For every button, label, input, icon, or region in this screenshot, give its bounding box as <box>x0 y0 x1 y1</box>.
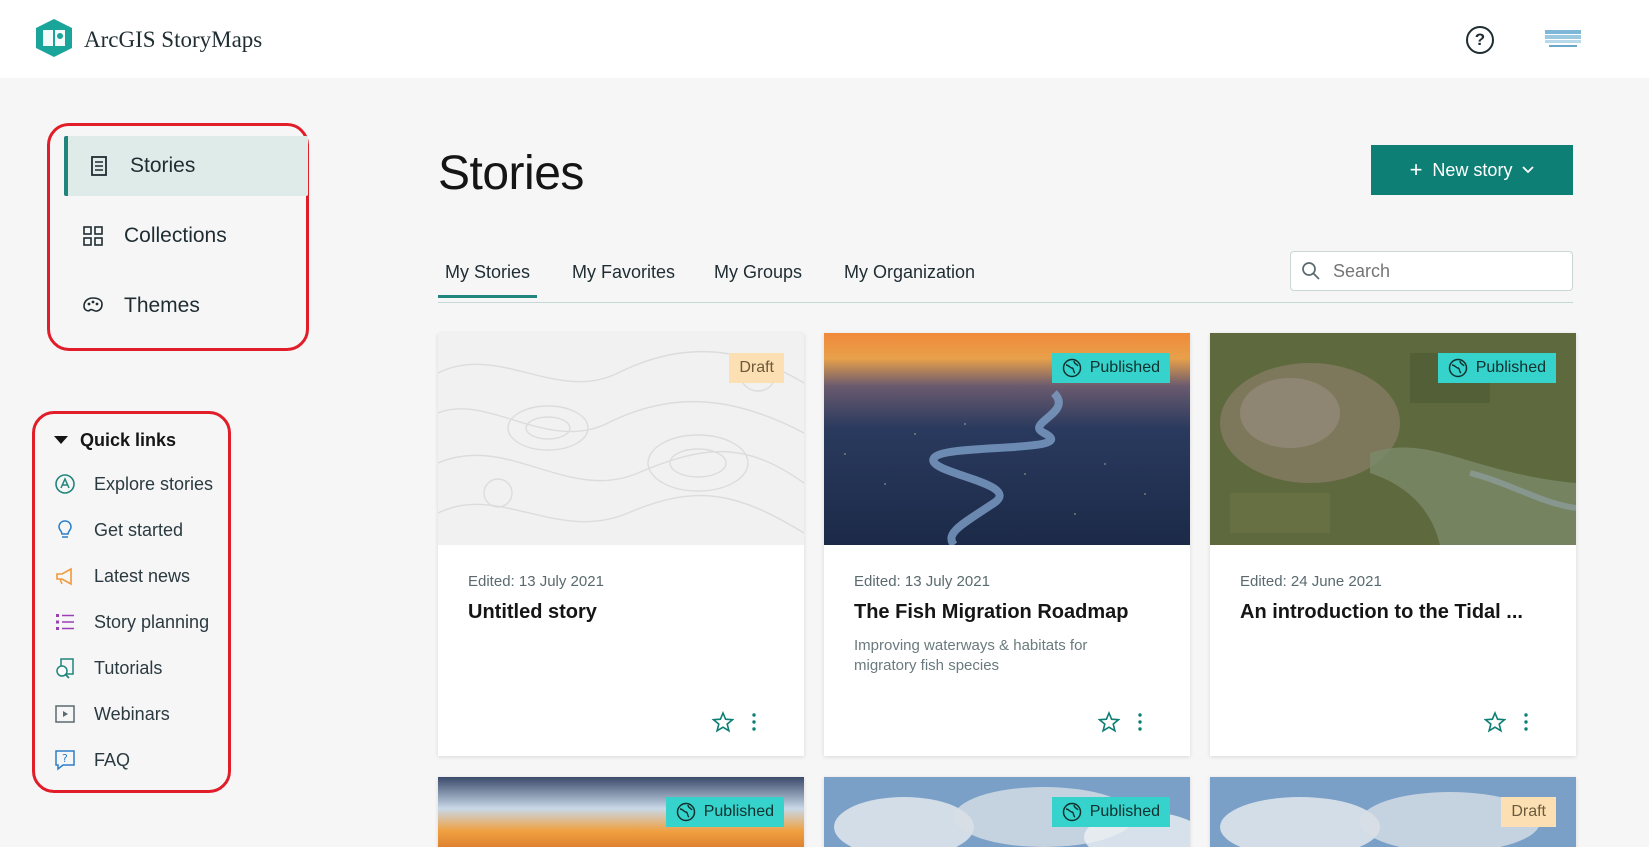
tab-label: My Groups <box>714 262 803 282</box>
caret-down-icon <box>54 436 68 444</box>
story-card[interactable]: Draft Edited: 13 July 2021 Untitled stor… <box>438 333 804 756</box>
status-label: Published <box>1089 359 1160 376</box>
more-options-icon[interactable] <box>750 711 758 733</box>
edited-date: Edited: 24 June 2021 <box>1240 573 1382 590</box>
sidebar-item-label: Themes <box>124 294 200 317</box>
quick-link-label: FAQ <box>94 749 131 770</box>
tutorial-icon <box>56 658 74 679</box>
card-thumbnail[interactable]: Published <box>438 777 804 847</box>
status-label: Published <box>703 803 774 820</box>
favorite-star-icon[interactable] <box>1098 711 1120 733</box>
edited-date: Edited: 13 July 2021 <box>468 573 604 590</box>
quick-link-label: Webinars <box>94 703 170 724</box>
quick-links-toggle[interactable]: Quick links <box>54 425 231 455</box>
status-badge: Published <box>665 797 784 827</box>
sidebar-item-label: Collections <box>124 224 227 247</box>
quick-link-get-started[interactable]: Get started <box>54 507 231 553</box>
status-label: Draft <box>1511 803 1546 820</box>
sidebar-item-themes[interactable]: Themes <box>58 276 308 336</box>
search-box[interactable] <box>1290 251 1573 291</box>
storymaps-logo-icon[interactable] <box>35 18 73 58</box>
quick-link-story-planning[interactable]: Story planning <box>54 599 231 645</box>
card-title[interactable]: An introduction to the Tidal ... <box>1240 601 1560 624</box>
card-thumbnail[interactable]: Draft <box>1210 777 1576 847</box>
tab-my-favorites[interactable]: My Favorites <box>572 262 675 283</box>
chevron-down-icon <box>1522 166 1535 174</box>
tab-label: My Stories <box>445 262 531 282</box>
avatar[interactable] <box>1545 30 1581 50</box>
quick-link-latest-news[interactable]: Latest news <box>54 553 231 599</box>
card-description: Improving waterways & habitats for migra… <box>854 637 1088 674</box>
page-title: Stories <box>438 147 584 200</box>
favorite-star-icon[interactable] <box>712 711 734 733</box>
plus-icon: + <box>1409 157 1423 182</box>
edited-date: Edited: 13 July 2021 <box>854 573 990 590</box>
play-icon <box>55 705 75 723</box>
status-badge: Draft <box>729 353 784 383</box>
tab-my-organization[interactable]: My Organization <box>844 262 975 283</box>
more-options-icon[interactable] <box>1522 711 1530 733</box>
sidebar-item-stories[interactable]: Stories <box>64 136 308 196</box>
card-thumbnail[interactable]: Draft <box>438 333 804 545</box>
app-title[interactable]: ArcGIS StoryMaps <box>84 27 262 53</box>
card-thumbnail[interactable]: Published <box>824 333 1190 545</box>
sidebar-item-label: Stories <box>130 154 196 177</box>
quick-link-label: Tutorials <box>94 657 163 678</box>
globe-icon <box>1062 802 1081 822</box>
palette-icon <box>83 297 103 312</box>
tab-label: My Organization <box>844 262 976 282</box>
quick-link-faq[interactable]: ? FAQ <box>54 737 231 783</box>
quick-link-explore-stories[interactable]: Explore stories <box>54 461 231 507</box>
new-story-button[interactable]: + New story <box>1371 145 1573 195</box>
story-card[interactable]: Published Edited: 13 July 2021 The Fish … <box>824 333 1190 756</box>
status-badge: Published <box>1051 797 1170 827</box>
explore-icon <box>55 474 75 494</box>
status-label: Draft <box>739 359 774 376</box>
svg-text:?: ? <box>62 752 68 765</box>
quick-link-label: Story planning <box>94 611 210 632</box>
faq-icon: ? <box>55 750 75 771</box>
status-badge: Draft <box>1501 797 1556 827</box>
card-thumbnail[interactable]: Published <box>824 777 1190 847</box>
quick-links-heading: Quick links <box>80 429 177 450</box>
globe-icon <box>676 802 695 822</box>
top-bar: ArcGIS StoryMaps ? <box>0 0 1649 78</box>
quick-link-label: Latest news <box>94 565 191 586</box>
story-card[interactable]: Published <box>824 777 1190 847</box>
help-icon[interactable]: ? <box>1466 26 1494 54</box>
list-icon <box>56 614 74 630</box>
grid-icon <box>83 226 103 246</box>
quick-link-label: Explore stories <box>94 473 214 494</box>
status-label: Published <box>1089 803 1160 820</box>
status-badge: Published <box>1437 353 1556 383</box>
tab-my-groups[interactable]: My Groups <box>714 262 802 283</box>
quick-link-webinars[interactable]: Webinars <box>54 691 231 737</box>
new-story-label: New story <box>1432 159 1513 180</box>
globe-icon <box>1448 358 1467 378</box>
status-label: Published <box>1475 359 1546 376</box>
card-title[interactable]: The Fish Migration Roadmap <box>854 601 1174 624</box>
quick-link-tutorials[interactable]: Tutorials <box>54 645 231 691</box>
favorite-star-icon[interactable] <box>1484 711 1506 733</box>
quick-links: Quick links Explore stories Get started … <box>36 425 231 783</box>
tab-my-stories[interactable]: My Stories <box>438 262 538 298</box>
story-card[interactable]: Published <box>438 777 804 847</box>
document-icon <box>91 156 107 176</box>
more-options-icon[interactable] <box>1136 711 1144 733</box>
search-icon <box>1302 262 1320 280</box>
story-card[interactable]: Published Edited: 24 June 2021 An introd… <box>1210 333 1576 756</box>
tab-label: My Favorites <box>572 262 676 282</box>
status-badge: Published <box>1051 353 1170 383</box>
megaphone-icon <box>56 567 72 586</box>
globe-icon <box>1062 358 1081 378</box>
story-card[interactable]: Draft <box>1210 777 1576 847</box>
sidebar-nav: Stories Collections Themes <box>58 136 308 346</box>
card-thumbnail[interactable]: Published <box>1210 333 1576 545</box>
sidebar-item-collections[interactable]: Collections <box>58 206 308 266</box>
lightbulb-icon <box>58 520 72 538</box>
quick-link-label: Get started <box>94 519 184 540</box>
card-title[interactable]: Untitled story <box>468 601 788 624</box>
search-input[interactable] <box>1333 260 1553 282</box>
